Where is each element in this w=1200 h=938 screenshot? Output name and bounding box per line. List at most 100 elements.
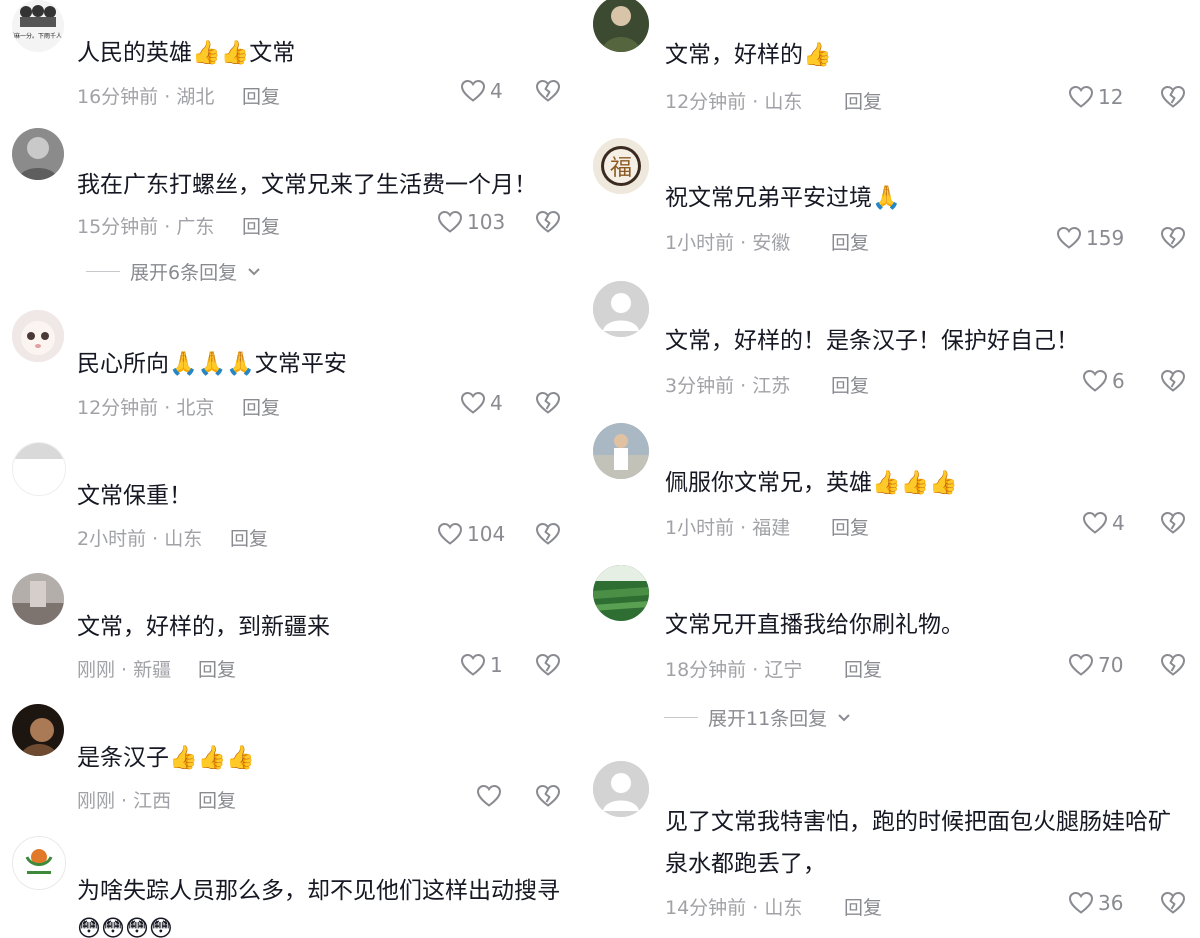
reply-button[interactable]: 回复 [242, 393, 280, 420]
like-button[interactable]: 1 [460, 653, 503, 677]
avatar[interactable] [12, 128, 64, 180]
broken-heart-icon [535, 522, 561, 545]
avatar[interactable] [12, 442, 66, 496]
reply-button[interactable]: 回复 [831, 228, 869, 255]
heart-outline-icon [437, 210, 463, 233]
dislike-button[interactable] [1160, 85, 1186, 109]
avatar-image [12, 704, 64, 756]
expand-replies-button[interactable]: 展开6条回复 [86, 258, 261, 285]
avatar[interactable]: 要麻一分。下雨千人！ [12, 0, 64, 52]
default-avatar-icon [593, 281, 649, 337]
avatar[interactable] [593, 0, 649, 52]
comment-location: 江苏 [752, 375, 791, 397]
dislike-button[interactable] [1160, 653, 1186, 677]
like-button[interactable]: 70 [1068, 653, 1123, 677]
reply-button[interactable]: 回复 [230, 524, 268, 551]
like-count: 159 [1086, 226, 1125, 250]
comment-time: 3分钟前 [665, 375, 735, 397]
avatar[interactable] [12, 573, 64, 625]
comment-time: 16分钟前 [77, 86, 159, 108]
reply-button[interactable]: 回复 [831, 371, 869, 398]
comment-location: 江西 [133, 790, 172, 812]
comment-text: 文常，好样的！是条汉子！保护好自己！ [665, 328, 1079, 354]
dislike-button[interactable] [1160, 226, 1186, 250]
avatar[interactable] [593, 565, 649, 621]
dislike-button[interactable] [1160, 891, 1186, 915]
comment-time: 1小时前 [665, 517, 735, 539]
comment-text: 见了文常我特害怕，跑的时候把面包火腿肠娃哈矿泉水都跑丢了， [665, 809, 1171, 877]
expand-label: 展开11条回复 [708, 708, 828, 730]
dislike-button[interactable] [535, 79, 561, 103]
reply-button[interactable]: 回复 [242, 212, 280, 239]
comment-item: 佩服你文常兄，英雄👍👍👍 1小时前 · 福建 回复 4 [590, 423, 1200, 553]
comment-column-right: 文常，好样的👍 12分钟前 · 山东 回复 12 福 祝文常兄弟平安过境🙏 1小… [590, 0, 1200, 938]
heart-outline-icon [1068, 653, 1094, 676]
like-count: 4 [490, 391, 503, 415]
default-avatar-icon [593, 761, 649, 817]
dislike-button[interactable] [1160, 511, 1186, 535]
like-button[interactable]: 12 [1068, 85, 1123, 109]
chevron-down-icon [248, 267, 260, 275]
reply-button[interactable]: 回复 [198, 655, 236, 682]
comment-item: 文常，好样的👍 12分钟前 · 山东 回复 12 [590, 0, 1200, 125]
avatar[interactable]: 福 [593, 138, 649, 194]
broken-heart-icon [1160, 891, 1186, 914]
comment-text: 文常，好样的👍 [665, 42, 832, 68]
avatar-image [593, 0, 649, 52]
comment-location: 辽宁 [764, 659, 803, 681]
like-count: 1 [490, 653, 503, 677]
dislike-button[interactable] [535, 653, 561, 677]
like-button[interactable]: 159 [1056, 226, 1124, 250]
like-button[interactable]: 4 [460, 391, 503, 415]
heart-outline-icon [460, 653, 486, 676]
broken-heart-icon [535, 210, 561, 233]
comment-location: 山东 [764, 91, 803, 113]
heart-outline-icon [1082, 369, 1108, 392]
dislike-button[interactable] [535, 784, 561, 808]
heart-outline-icon [1068, 891, 1094, 914]
reply-button[interactable]: 回复 [242, 82, 280, 109]
broken-heart-icon [1160, 226, 1186, 249]
comment-location: 山东 [164, 528, 203, 550]
avatar[interactable] [593, 423, 649, 479]
comment-text: 民心所向🙏🙏🙏文常平安 [77, 351, 347, 377]
like-button[interactable]: 4 [460, 79, 503, 103]
comment-item: 要麻一分。下雨千人！ 人民的英雄👍👍文常 16分钟前 · 湖北 回复 4 [0, 0, 590, 120]
like-button[interactable]: 36 [1068, 891, 1123, 915]
comment-meta: 刚刚 · 江西 [77, 790, 172, 812]
comment-item: 见了文常我特害怕，跑的时候把面包火腿肠娃哈矿泉水都跑丢了， 14分钟前 · 山东… [590, 761, 1200, 938]
reply-button[interactable]: 回复 [831, 513, 869, 540]
avatar[interactable] [593, 281, 649, 337]
expand-replies-button[interactable]: 展开11条回复 [664, 704, 851, 731]
reply-button[interactable]: 回复 [198, 786, 236, 813]
comment-meta: 刚刚 · 新疆 [77, 659, 172, 681]
broken-heart-icon [1160, 85, 1186, 108]
avatar[interactable] [12, 310, 64, 362]
like-button[interactable]: 4 [1082, 511, 1125, 535]
avatar[interactable] [593, 761, 649, 817]
comment-meta: 1小时前 · 安徽 [665, 232, 791, 254]
reply-button[interactable]: 回复 [844, 87, 882, 114]
reply-button[interactable]: 回复 [844, 655, 882, 682]
dislike-button[interactable] [1160, 369, 1186, 393]
comment-item: 文常，好样的，到新疆来 刚刚 · 新疆 回复 1 [0, 573, 590, 693]
like-button[interactable]: 103 [437, 210, 505, 234]
divider [664, 717, 698, 718]
comment-item: 为啥失踪人员那么多，却不见他们这样出动搜寻😳😳😳😳 [0, 836, 590, 938]
comment-item: 福 祝文常兄弟平安过境🙏 1小时前 · 安徽 回复 159 [590, 138, 1200, 268]
dislike-button[interactable] [535, 391, 561, 415]
comment-item: 文常兄开直播我给你刷礼物。 18分钟前 · 辽宁 回复 70 展开11条回复 [590, 565, 1200, 745]
avatar[interactable] [12, 836, 66, 890]
like-button[interactable]: 104 [437, 522, 505, 546]
reply-button[interactable]: 回复 [844, 893, 882, 920]
like-button[interactable]: 6 [1082, 369, 1125, 393]
like-count: 36 [1098, 891, 1124, 915]
comment-text: 我在广东打螺丝，文常兄来了生活费一个月！ [77, 172, 537, 198]
dislike-button[interactable] [535, 210, 561, 234]
comment-time: 18分钟前 [665, 659, 747, 681]
avatar[interactable] [12, 704, 64, 756]
like-button[interactable] [476, 784, 506, 808]
avatar-caption: 福 [610, 156, 632, 181]
dislike-button[interactable] [535, 522, 561, 546]
like-count: 70 [1098, 653, 1124, 677]
